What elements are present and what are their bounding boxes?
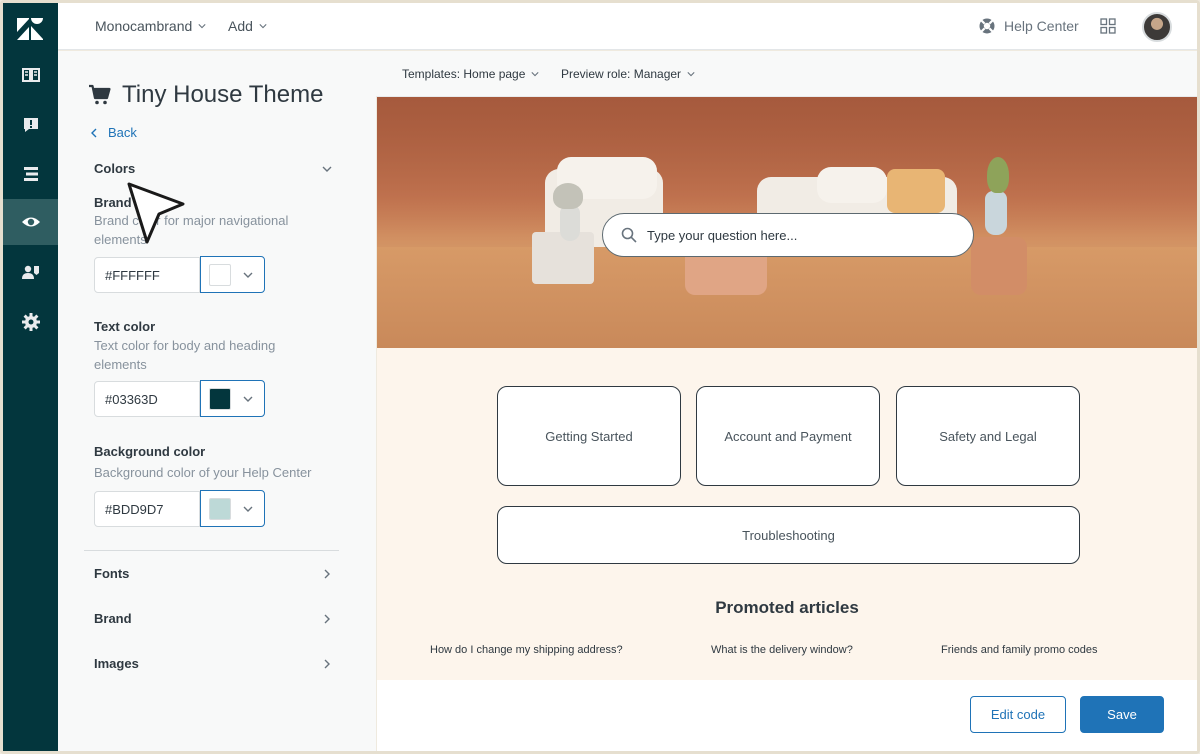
help-center-label: Help Center (1004, 18, 1079, 34)
images-section-toggle[interactable]: Images (94, 656, 332, 671)
background-color-swatch (209, 498, 231, 520)
nav-alerts[interactable] (3, 102, 58, 148)
gear-icon (21, 313, 40, 331)
nav-guide[interactable] (3, 52, 58, 98)
preview-role-label: Preview role: Manager (561, 67, 682, 81)
hero-stool-right (971, 237, 1027, 295)
text-color-description: Text color for body and heading elements (94, 338, 276, 372)
add-menu[interactable]: Add (228, 18, 267, 34)
chevron-down-icon (243, 396, 253, 402)
text-color-label: Text color (94, 319, 156, 334)
nav-settings[interactable] (3, 299, 58, 345)
chevron-left-icon (91, 128, 97, 137)
images-section-label: Images (94, 656, 139, 671)
template-select-label: Templates: Home page (402, 67, 526, 81)
help-center-content: Getting Started Account and Payment Safe… (377, 348, 1197, 680)
chevron-right-icon (324, 659, 330, 668)
colors-section-label: Colors (94, 161, 136, 176)
category-troubleshooting[interactable]: Troubleshooting (497, 506, 1080, 564)
hero-vase-left (560, 205, 580, 241)
chevron-down-icon (531, 72, 540, 77)
main-nav-rail (3, 3, 58, 751)
chevron-down-icon (259, 24, 267, 29)
search-icon (621, 227, 637, 243)
hero-floor (377, 247, 1197, 348)
text-color-input[interactable] (94, 381, 200, 417)
brand-switcher-menu[interactable]: Monocambrand (95, 18, 206, 34)
lifebuoy-icon (979, 18, 995, 34)
background-color-description: Background color of your Help Center (94, 465, 312, 480)
preview-footer: Edit code Save (377, 680, 1197, 751)
theme-settings-panel: Tiny House Theme Back Colors Brand Brand… (58, 51, 376, 751)
nav-customize-design[interactable] (3, 199, 58, 245)
preview-role-select[interactable]: Preview role: Manager (561, 67, 695, 81)
hero-search-field[interactable]: Type your question here... (602, 213, 974, 257)
brand-section-toggle[interactable]: Brand (94, 611, 332, 626)
brand-color-swatch (209, 264, 231, 286)
help-center-link[interactable]: Help Center (978, 17, 1079, 35)
colors-section-toggle[interactable]: Colors (94, 161, 332, 176)
background-color-label: Background color (94, 444, 206, 459)
list-icon (23, 167, 38, 181)
category-safety-and-legal[interactable]: Safety and Legal (896, 386, 1080, 486)
back-link[interactable]: Back (90, 125, 137, 140)
template-select[interactable]: Templates: Home page (402, 67, 540, 81)
promoted-article-link[interactable]: How do I change my shipping address? (430, 644, 623, 656)
search-placeholder: Type your question here... (647, 227, 798, 243)
chevron-down-icon (243, 272, 253, 278)
preview-toolbar: Templates: Home page Preview role: Manag… (376, 51, 1197, 97)
brand-section-label: Brand (94, 611, 132, 626)
eye-icon (21, 217, 40, 227)
save-button[interactable]: Save (1080, 696, 1164, 733)
book-icon (21, 68, 40, 82)
promoted-articles-title: Promoted articles (715, 598, 859, 617)
theme-title: Tiny House Theme (88, 81, 323, 109)
category-getting-started[interactable]: Getting Started (497, 386, 681, 486)
text-color-picker-button[interactable] (200, 380, 265, 417)
edit-code-button[interactable]: Edit code (970, 696, 1066, 733)
background-color-input[interactable] (94, 491, 200, 527)
chevron-down-icon (322, 166, 332, 172)
background-color-picker-button[interactable] (200, 490, 265, 527)
hero-cube-left (532, 232, 594, 284)
brand-switcher-label: Monocambrand (95, 18, 193, 34)
hero-plant-right (987, 157, 1009, 193)
shopping-cart-icon (89, 84, 111, 105)
category-account-and-payment[interactable]: Account and Payment (696, 386, 880, 486)
mouse-pointer-icon (127, 182, 185, 244)
fonts-section-toggle[interactable]: Fonts (94, 566, 332, 581)
hero-pillow (887, 169, 945, 213)
chevron-down-icon (243, 506, 253, 512)
section-divider (84, 550, 339, 551)
back-label: Back (108, 125, 137, 140)
chevron-down-icon (687, 72, 695, 77)
promoted-article-link[interactable]: What is the delivery window? (711, 644, 853, 656)
top-bar: Monocambrand Add Help Center (58, 3, 1197, 50)
promoted-article-link[interactable]: Friends and family promo codes (941, 644, 1098, 656)
alert-icon (23, 118, 38, 132)
users-icon (21, 265, 39, 279)
user-avatar[interactable] (1142, 12, 1172, 42)
brand-color-input[interactable] (94, 257, 200, 293)
chevron-down-icon (198, 24, 206, 29)
add-menu-label: Add (228, 18, 253, 34)
brand-color-picker-button[interactable] (200, 256, 265, 293)
hero-vase-right (985, 191, 1007, 235)
chevron-right-icon (324, 569, 330, 578)
nav-arrange[interactable] (3, 151, 58, 197)
chevron-right-icon (324, 614, 330, 623)
theme-title-text: Tiny House Theme (122, 81, 324, 108)
fonts-section-label: Fonts (94, 566, 130, 581)
hero-sofa-right-back (817, 167, 887, 203)
nav-user-permissions[interactable] (3, 249, 58, 295)
apps-grid-icon[interactable] (1100, 18, 1116, 34)
zendesk-logo-icon[interactable] (17, 18, 43, 40)
text-color-swatch (209, 388, 231, 410)
hero-banner-image: Type your question here... (377, 97, 1197, 348)
hero-plant-left (553, 183, 583, 209)
